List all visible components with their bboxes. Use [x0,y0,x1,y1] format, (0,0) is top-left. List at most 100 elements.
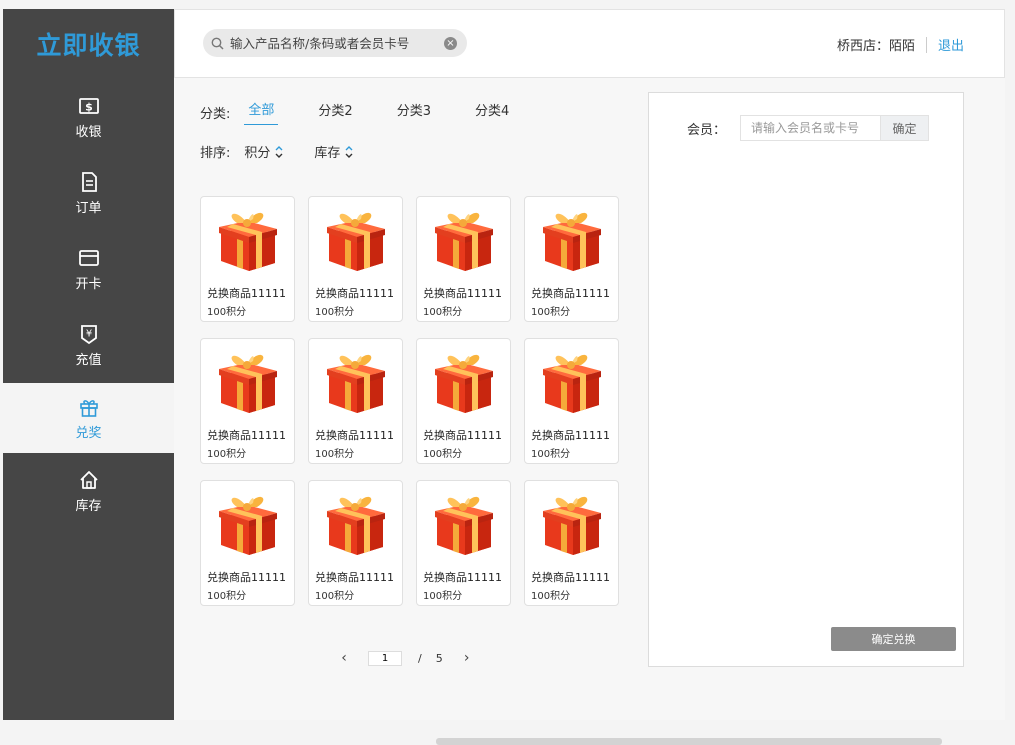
product-card[interactable]: 兑换商品11111 100积分 [308,480,403,606]
product-name: 兑换商品11111 [531,571,610,584]
product-name: 兑换商品11111 [207,287,286,300]
sidebar-item-redeem[interactable]: 兑奖 [3,383,174,453]
gift-box-icon [327,354,385,413]
horizontal-scrollbar[interactable] [436,738,942,745]
product-name: 兑换商品11111 [207,571,286,584]
prev-page-icon[interactable]: ‹ [334,650,354,666]
product-points: 100积分 [315,307,355,318]
recharge-yen-icon: ¥ [80,324,97,344]
category-label: 分类: [200,106,231,122]
sidebar-item-cashier[interactable]: $ 收银 [3,79,174,155]
product-points: 100积分 [207,449,247,460]
product-name: 兑换商品11111 [207,429,286,442]
category-tab-all[interactable]: 全部 [244,99,279,125]
sort-filter: 排序: 积分 库存 [200,142,384,161]
next-page-icon[interactable]: › [457,650,477,666]
product-card[interactable]: 兑换商品11111 100积分 [308,338,403,464]
logout-link[interactable]: 退出 [938,35,964,54]
category-tab-4[interactable]: 分类4 [471,100,513,125]
member-confirm-button[interactable]: 确定 [880,115,930,141]
product-points: 100积分 [423,449,463,460]
search-input[interactable] [230,35,444,51]
gift-box-icon [219,212,277,271]
gift-icon [79,399,98,417]
product-name: 兑换商品11111 [423,429,502,442]
app-root: 立即收银 $ 收银 订单 开卡 ¥ 充值 兑奖 库存 输入产品名称/条码或者会员… [0,0,1015,745]
search-icon [211,37,224,50]
gift-box-icon [219,496,277,555]
sidebar: 立即收银 $ 收银 订单 开卡 ¥ 充值 兑奖 库存 [3,9,174,720]
product-points: 100积分 [531,307,571,318]
product-card[interactable]: 兑换商品11111 100积分 [200,480,295,606]
product-card[interactable]: 兑换商品11111 100积分 [200,196,295,322]
sidebar-item-open-card[interactable]: 开卡 [3,231,174,307]
product-points: 100积分 [423,307,463,318]
product-name: 兑换商品11111 [315,429,394,442]
sort-option-label: 库存 [314,146,341,161]
product-name: 兑换商品11111 [531,429,610,442]
sidebar-item-recharge[interactable]: ¥ 充值 [3,307,174,383]
product-name: 兑换商品11111 [315,287,394,300]
product-card[interactable]: 兑换商品11111 100积分 [308,196,403,322]
member-search-input[interactable] [740,115,881,141]
page-input[interactable] [368,650,402,666]
sort-option-label: 积分 [244,146,271,161]
category-tab-3[interactable]: 分类3 [393,100,435,125]
sort-by-stock[interactable]: 库存 [314,142,354,161]
order-document-icon [81,171,97,192]
gift-box-icon [219,354,277,413]
product-points: 100积分 [531,591,571,602]
card-icon [78,249,99,266]
product-card[interactable]: 兑换商品11111 100积分 [524,196,619,322]
product-grid: 兑换商品11111 100积分 兑换商品11111 100积分 兑换商品11111 1… [200,196,619,606]
sidebar-item-label: 开卡 [75,276,102,292]
product-card[interactable]: 兑换商品11111 100积分 [524,480,619,606]
sort-arrows-icon [345,145,353,158]
category-filter: 分类: 全部 分类2 分类3 分类4 [200,99,549,125]
sidebar-item-label: 库存 [75,498,102,514]
gift-box-icon [543,212,601,271]
gift-box-icon [435,212,493,271]
product-card[interactable]: 兑换商品11111 100积分 [416,338,511,464]
gift-box-icon [543,496,601,555]
product-points: 100积分 [531,449,571,460]
product-card[interactable]: 兑换商品11111 100积分 [524,338,619,464]
sidebar-item-orders[interactable]: 订单 [3,155,174,231]
sort-label: 排序: [200,146,231,161]
product-name: 兑换商品11111 [315,571,394,584]
app-logo: 立即收银 [36,31,141,60]
product-card[interactable]: 兑换商品11111 100积分 [200,338,295,464]
product-card[interactable]: 兑换商品11111 100积分 [416,196,511,322]
member-label: 会员： [687,122,727,138]
divider [925,36,927,53]
member-panel: 会员： 确定 确定兑换 [648,92,964,667]
product-points: 100积分 [315,449,355,460]
page-separator: / [418,651,422,665]
gift-box-icon [327,496,385,555]
sidebar-item-inventory[interactable]: 库存 [3,453,174,529]
svg-text:¥: ¥ [85,328,91,339]
member-row: 会员： 确定 [687,115,930,141]
gift-box-icon [543,354,601,413]
top-bar: × 桥西店：陌陌 退出 [174,9,1005,78]
category-tab-2[interactable]: 分类2 [314,100,356,125]
sidebar-item-label: 充值 [75,352,102,368]
product-points: 100积分 [207,591,247,602]
cash-register-icon: $ [78,97,99,114]
clear-icon[interactable]: × [444,36,457,50]
product-card[interactable]: 兑换商品11111 100积分 [416,480,511,606]
product-name: 兑换商品11111 [531,287,610,300]
confirm-redeem-button[interactable]: 确定兑换 [831,627,956,651]
sort-arrows-icon [275,145,283,158]
product-points: 100积分 [423,591,463,602]
sidebar-item-label: 订单 [75,200,102,216]
product-points: 100积分 [207,307,247,318]
product-points: 100积分 [315,591,355,602]
product-name: 兑换商品11111 [423,287,502,300]
svg-text:$: $ [85,100,93,113]
sort-by-points[interactable]: 积分 [244,142,284,161]
search-box: × [203,29,467,57]
home-icon [79,470,98,489]
sidebar-item-label: 兑奖 [75,425,102,441]
gift-box-icon [327,212,385,271]
